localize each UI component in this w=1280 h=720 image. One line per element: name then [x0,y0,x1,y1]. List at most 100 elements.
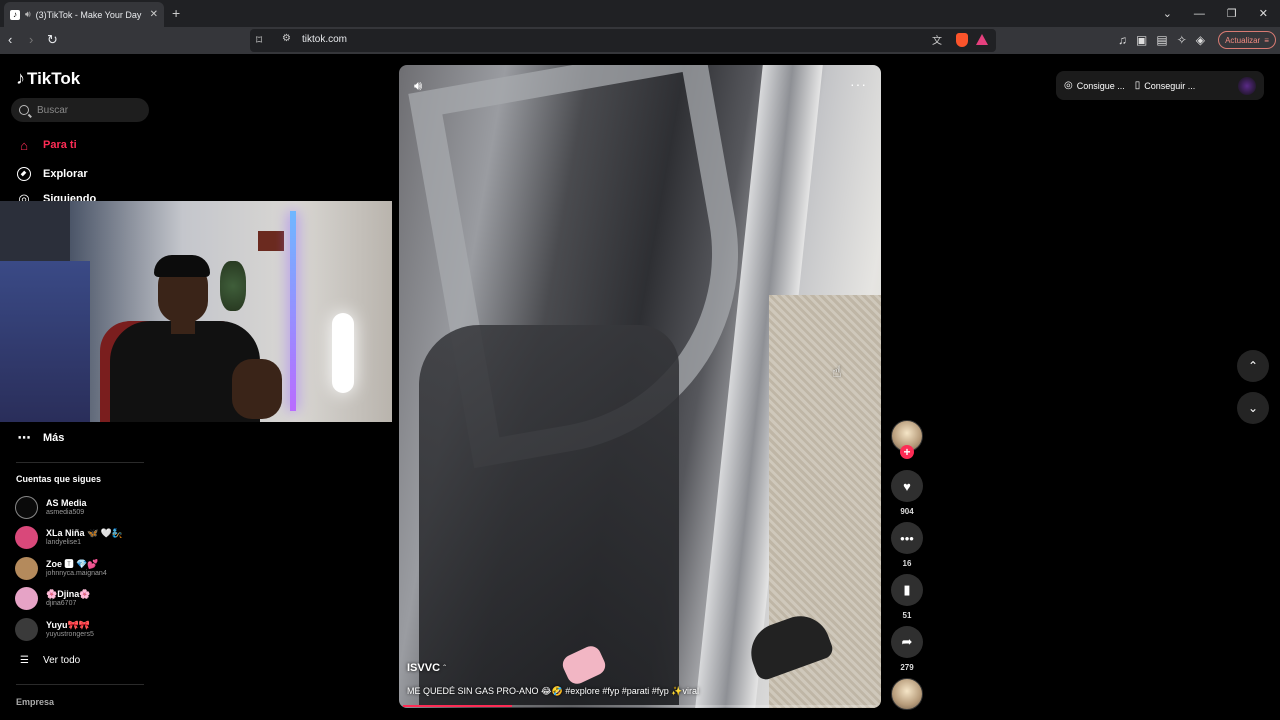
comment-button[interactable]: ••• [891,522,923,554]
nav-more[interactable]: ⋯ Más [16,430,65,446]
video-progress-bar[interactable] [403,705,877,707]
tiktok-note-icon: ♪ [16,68,25,88]
brave-rewards-icon[interactable] [976,34,988,45]
comment-icon: ••• [900,530,914,546]
company-link[interactable]: Empresa [16,697,54,707]
comment-count: 16 [902,559,912,568]
nav-for-you[interactable]: ⌂ Para ti [16,137,77,153]
video-caption[interactable]: ME QUEDÉ SIN GAS PRO-ANO 😂🤣 #explore #fy… [407,686,699,697]
tab-title: (3)TikTok - Make Your Day [35,9,142,20]
update-button[interactable]: Actualizar ≡ [1218,31,1276,49]
address-bar[interactable]: ⌑ ⚙ tiktok.com 文 [250,29,996,52]
account-name: 🌸Djina🌸 [46,589,91,599]
close-tab-icon[interactable]: ✕ [150,9,158,20]
share-arrow-icon: ➦ [901,634,913,649]
get-coins-label: Consigue ... [1076,80,1125,91]
tab-search-icon[interactable]: ⌄ [1163,7,1172,20]
following-accounts-title: Cuentas que sigues [16,474,102,484]
vpn-icon[interactable]: ◈ [1196,33,1205,47]
account-name: Zoe 🆃 💎💕 [46,559,99,569]
search-box[interactable] [11,98,149,122]
account-name: AS Media [46,498,87,508]
video-player[interactable] [399,65,881,708]
maximize-icon[interactable]: ❐ [1227,7,1237,20]
new-tab-icon[interactable]: + [172,5,180,21]
share-count: 279 [900,663,914,672]
chevron-up-icon: ⌃ [1247,359,1259,373]
followed-account[interactable]: Yuyu🎀🎀 yuyustrongers5 [15,618,94,641]
get-app-label: Conseguir ... [1144,80,1196,91]
share-button[interactable]: ➦ [891,626,923,658]
translate-icon[interactable]: 文 [932,32,942,47]
avatar [15,557,38,580]
divider [16,684,144,685]
logo-text: TikTok [27,68,81,88]
coin-icon: ◎ [1064,80,1073,91]
account-username: djina6707 [46,600,77,607]
nav-more-label: Más [43,432,65,444]
chevron-down-icon: ⌄ [1247,401,1259,415]
get-coins-button[interactable]: ◎ Consigue ... [1064,80,1125,91]
tiktok-favicon-icon: ♪ [10,9,20,20]
like-button[interactable]: ♥ [891,470,923,502]
video-author[interactable]: ISVVC ˆ [407,662,446,674]
list-icon: ☰ [20,655,29,666]
like-count: 904 [900,507,914,516]
more-dots-icon: ⋯ [17,430,31,445]
avatar [15,587,38,610]
bookmark-icon: ▮ [903,582,911,597]
nav-explore-label: Explorar [43,168,88,180]
avatar [15,496,38,519]
divider [16,462,144,463]
followed-account[interactable]: Zoe 🆃 💎💕 johnnyca.maignan4 [15,557,107,580]
account-username: yuyustrongers5 [46,631,94,638]
account-name: XLa Niña 🦋 🤍🧞 [46,528,124,538]
get-app-button[interactable]: ▯ Conseguir ... [1135,80,1196,91]
followed-account[interactable]: AS Media asmedia509 [15,496,87,519]
window-controls: ⌄ — ❐ ✕ [1163,0,1280,27]
followed-account[interactable]: 🌸Djina🌸 djina6707 [15,587,90,610]
webcam-overlay [0,201,392,422]
account-username: asmedia509 [46,509,85,516]
nav-explore[interactable]: Explorar [16,166,88,182]
next-video-button[interactable]: ⌄ [1237,392,1269,424]
search-icon [19,105,29,115]
follow-plus-icon[interactable]: + [900,445,914,459]
media-icon[interactable]: ♫ [1118,33,1127,47]
brave-shield-icon[interactable] [956,33,968,47]
browser-toolbar: ‹ › ↻ ⌑ ⚙ tiktok.com 文 [0,27,1280,54]
followed-account[interactable]: XLa Niña 🦋 🤍🧞 landyelise1 [15,526,123,549]
tab-audio-icon[interactable]: 🔊︎ [25,9,31,20]
heart-icon: ♥ [903,478,911,494]
url-text[interactable]: tiktok.com [302,34,347,45]
sound-disc-avatar[interactable] [891,678,923,710]
previous-video-button[interactable]: ⌃ [1237,350,1269,382]
extension-icons: ♫ ▣ ▤ ✧ ◈ [1118,33,1205,47]
avatar [15,618,38,641]
browser-tab-bar: ♪ 🔊︎ (3)TikTok - Make Your Day ✕ + ⌄ — ❐… [0,0,1280,27]
forward-icon[interactable]: › [29,32,33,47]
profile-avatar[interactable] [1238,76,1256,95]
reload-icon[interactable]: ↻ [47,32,58,48]
save-button[interactable]: ▮ [891,574,923,606]
tiktok-logo[interactable]: ♪ TikTok [16,68,80,89]
leo-ai-icon[interactable]: ✧ [1177,33,1187,47]
minimize-icon[interactable]: — [1194,8,1205,20]
more-options-icon[interactable]: ··· [850,76,867,92]
back-icon[interactable]: ‹ [8,32,12,47]
search-input[interactable] [37,104,137,116]
sidebar-icon[interactable]: ▣ [1136,33,1147,47]
see-all-link[interactable]: ☰ Ver todo [20,655,80,666]
site-settings-icon[interactable]: ⚙ [282,33,291,44]
top-actions: ◎ Consigue ... ▯ Conseguir ... [1056,71,1264,100]
video-progress-fill [403,705,513,707]
home-icon: ⌂ [20,137,28,153]
volume-icon[interactable]: 🔊︎ [414,78,422,94]
browser-tab[interactable]: ♪ 🔊︎ (3)TikTok - Make Your Day ✕ [4,2,164,27]
hand-cursor-icon: ☝ [832,364,842,381]
wallet-icon[interactable]: ▤ [1156,33,1167,47]
account-username: johnnyca.maignan4 [46,570,107,577]
account-name: Yuyu🎀🎀 [46,620,90,630]
bookmark-icon[interactable]: ⌑ [256,33,262,47]
close-window-icon[interactable]: ✕ [1259,7,1268,20]
